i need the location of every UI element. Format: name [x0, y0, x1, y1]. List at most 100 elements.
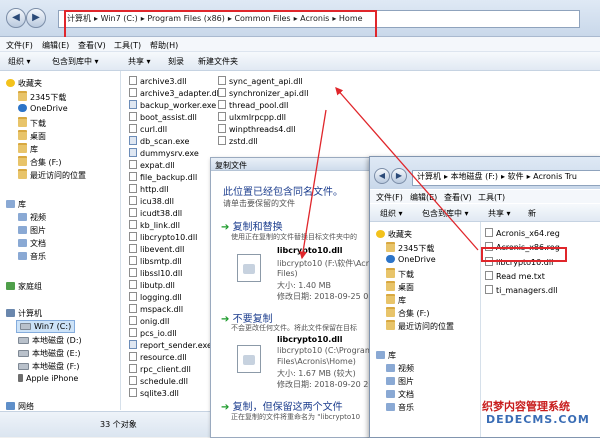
- file-item[interactable]: sqlite3.dll: [129, 388, 179, 398]
- file-item[interactable]: ulxmlrpcpp.dll: [218, 112, 286, 122]
- tree-item-pictures[interactable]: 图片: [18, 225, 46, 236]
- file-item[interactable]: resource.dll: [129, 352, 187, 362]
- tree-item[interactable]: 视频: [386, 363, 414, 374]
- file-item[interactable]: synchronizer_api.dll: [218, 88, 308, 98]
- tree-item[interactable]: OneDrive: [386, 255, 436, 264]
- file-item[interactable]: mspack.dll: [129, 304, 183, 314]
- file-item[interactable]: thread_pool.dll: [218, 100, 288, 110]
- file-item[interactable]: logging.dll: [129, 292, 182, 302]
- tree-item[interactable]: 文档: [386, 389, 414, 400]
- tree-item[interactable]: 库: [386, 294, 406, 306]
- include-in-library-button[interactable]: 包含到库中 ▾: [52, 56, 99, 67]
- menu-tools[interactable]: 工具(T): [114, 40, 141, 51]
- file-item[interactable]: icu38.dll: [129, 196, 174, 206]
- tree-item-2345[interactable]: 2345下载: [18, 91, 66, 103]
- file-item[interactable]: libssl10.dll: [129, 268, 182, 278]
- file-item[interactable]: kb_link.dll: [129, 220, 180, 230]
- back-button[interactable]: ◀: [374, 168, 390, 184]
- tree-item-music[interactable]: 音乐: [18, 251, 46, 262]
- tree-item[interactable]: 下载: [386, 268, 414, 280]
- tree-item-drive-c[interactable]: Win7 (C:): [16, 320, 76, 333]
- tree-item-documents[interactable]: 文档: [18, 238, 46, 249]
- tree-item-homegroup[interactable]: 家庭组: [6, 281, 42, 292]
- file-item[interactable]: rpc_client.dll: [129, 364, 191, 374]
- file-item[interactable]: db_scan.exe: [129, 136, 189, 146]
- tree-item[interactable]: 收藏夹: [376, 229, 412, 240]
- tree-item-recent[interactable]: 最近访问的位置: [18, 169, 86, 181]
- new-folder-button[interactable]: 新: [528, 208, 536, 219]
- file-item[interactable]: pcs_io.dll: [129, 328, 177, 338]
- menu-file[interactable]: 文件(F): [376, 192, 403, 203]
- breadcrumb-item[interactable]: 计算机: [417, 172, 441, 181]
- file-item[interactable]: icudt38.dll: [129, 208, 182, 218]
- file-item[interactable]: file_backup.dll: [129, 172, 197, 182]
- tree-item-library-fav[interactable]: 库: [18, 143, 38, 155]
- menu-help[interactable]: 帮助(H): [150, 40, 178, 51]
- file-item[interactable]: winpthreads4.dll: [218, 124, 295, 134]
- tree-item[interactable]: 音乐: [386, 402, 414, 413]
- breadcrumb-item[interactable]: 本地磁盘 (F:): [451, 172, 498, 181]
- tree-item[interactable]: 图片: [386, 376, 414, 387]
- file-item[interactable]: sync_agent_api.dll: [218, 76, 303, 86]
- tree-item-drive-d[interactable]: 本地磁盘 (D:): [18, 335, 82, 346]
- file-item[interactable]: ti_managers.dll: [485, 285, 558, 295]
- file-item[interactable]: libutp.dll: [129, 280, 175, 290]
- back-button[interactable]: ◀: [6, 8, 26, 28]
- breadcrumb-item[interactable]: Acronis Tru: [533, 172, 577, 181]
- tree-item-onedrive[interactable]: OneDrive: [18, 104, 68, 113]
- tree-item-iphone[interactable]: Apple iPhone: [18, 374, 78, 383]
- include-in-library-button[interactable]: 包含到库中 ▾: [422, 208, 469, 219]
- file-item[interactable]: onig.dll: [129, 316, 169, 326]
- organize-button[interactable]: 组织 ▾: [380, 208, 403, 219]
- dont-copy-option[interactable]: ➔ 不要复制 不会更改任何文件。将此文件保留在目标 libcrypto10.dl…: [215, 308, 386, 392]
- replace-option[interactable]: ➔ 复制和替换 使用正在复制的文件替换目标文件夹中的 libcrypto10.d…: [215, 214, 385, 308]
- file-item[interactable]: boot_assist.dll: [129, 112, 197, 122]
- file-item[interactable]: archive3_adapter.dll: [129, 88, 221, 98]
- tree-item-desktop[interactable]: 桌面: [18, 130, 46, 142]
- new-folder-button[interactable]: 新建文件夹: [198, 56, 238, 67]
- second-address-bar[interactable]: 计算机 ▸ 本地磁盘 (F:) ▸ 软件 ▸ Acronis Tru: [412, 170, 600, 186]
- menu-view[interactable]: 查看(V): [444, 192, 472, 203]
- tree-item-downloads[interactable]: 下载: [18, 117, 46, 129]
- file-item[interactable]: archive3.dll: [129, 76, 187, 86]
- tree-item[interactable]: 合集 (F:): [386, 307, 429, 319]
- file-item[interactable]: Read me.txt: [485, 271, 545, 281]
- share-button[interactable]: 共享 ▾: [488, 208, 511, 219]
- file-item[interactable]: libsmtp.dll: [129, 256, 182, 266]
- tree-item[interactable]: 2345下载: [386, 242, 434, 254]
- file-item[interactable]: zstd.dll: [218, 136, 258, 146]
- forward-button[interactable]: ▶: [26, 8, 46, 28]
- tree-item[interactable]: 桌面: [386, 281, 414, 293]
- menu-edit[interactable]: 编辑(E): [410, 192, 437, 203]
- forward-button[interactable]: ▶: [391, 168, 407, 184]
- file-item[interactable]: expat.dll: [129, 160, 175, 170]
- file-item[interactable]: schedule.dll: [129, 376, 188, 386]
- share-button[interactable]: 共享 ▾: [128, 56, 151, 67]
- menu-edit[interactable]: 编辑(E): [42, 40, 69, 51]
- dll-file-icon: [129, 232, 137, 241]
- file-item[interactable]: libevent.dll: [129, 244, 184, 254]
- tree-item[interactable]: 库: [376, 350, 396, 361]
- menu-tools[interactable]: 工具(T): [478, 192, 505, 203]
- tree-item-favorites[interactable]: 收藏夹: [6, 78, 42, 89]
- tree-item[interactable]: 最近访问的位置: [386, 320, 454, 332]
- organize-button[interactable]: 组织 ▾: [8, 56, 31, 67]
- tree-item-drive-e[interactable]: 本地磁盘 (E:): [18, 348, 81, 359]
- file-item[interactable]: Acronis_x64.reg: [485, 228, 560, 238]
- tree-item-drive-f[interactable]: 本地磁盘 (F:): [18, 361, 79, 372]
- menu-view[interactable]: 查看(V): [78, 40, 106, 51]
- file-item[interactable]: curl.dll: [129, 124, 167, 134]
- file-item[interactable]: libcrypto10.dll: [129, 232, 197, 242]
- file-item[interactable]: report_sender.exe: [129, 340, 212, 350]
- file-item[interactable]: http.dll: [129, 184, 169, 194]
- keep-both-option[interactable]: ➔ 复制，但保留这两个文件 正在复制的文件将重命名为 "libcrypto10: [215, 396, 375, 432]
- tree-item-libraries[interactable]: 库: [6, 199, 26, 210]
- file-item[interactable]: dummysrv.exe: [129, 148, 199, 158]
- tree-item-collection[interactable]: 合集 (F:): [18, 156, 61, 168]
- file-item[interactable]: backup_worker.exe: [129, 100, 216, 110]
- tree-item-computer[interactable]: 计算机: [6, 308, 42, 319]
- burn-button[interactable]: 刻录: [168, 56, 184, 67]
- breadcrumb-item[interactable]: 软件: [508, 172, 524, 181]
- menu-file[interactable]: 文件(F): [6, 40, 33, 51]
- tree-item-videos[interactable]: 视频: [18, 212, 46, 223]
